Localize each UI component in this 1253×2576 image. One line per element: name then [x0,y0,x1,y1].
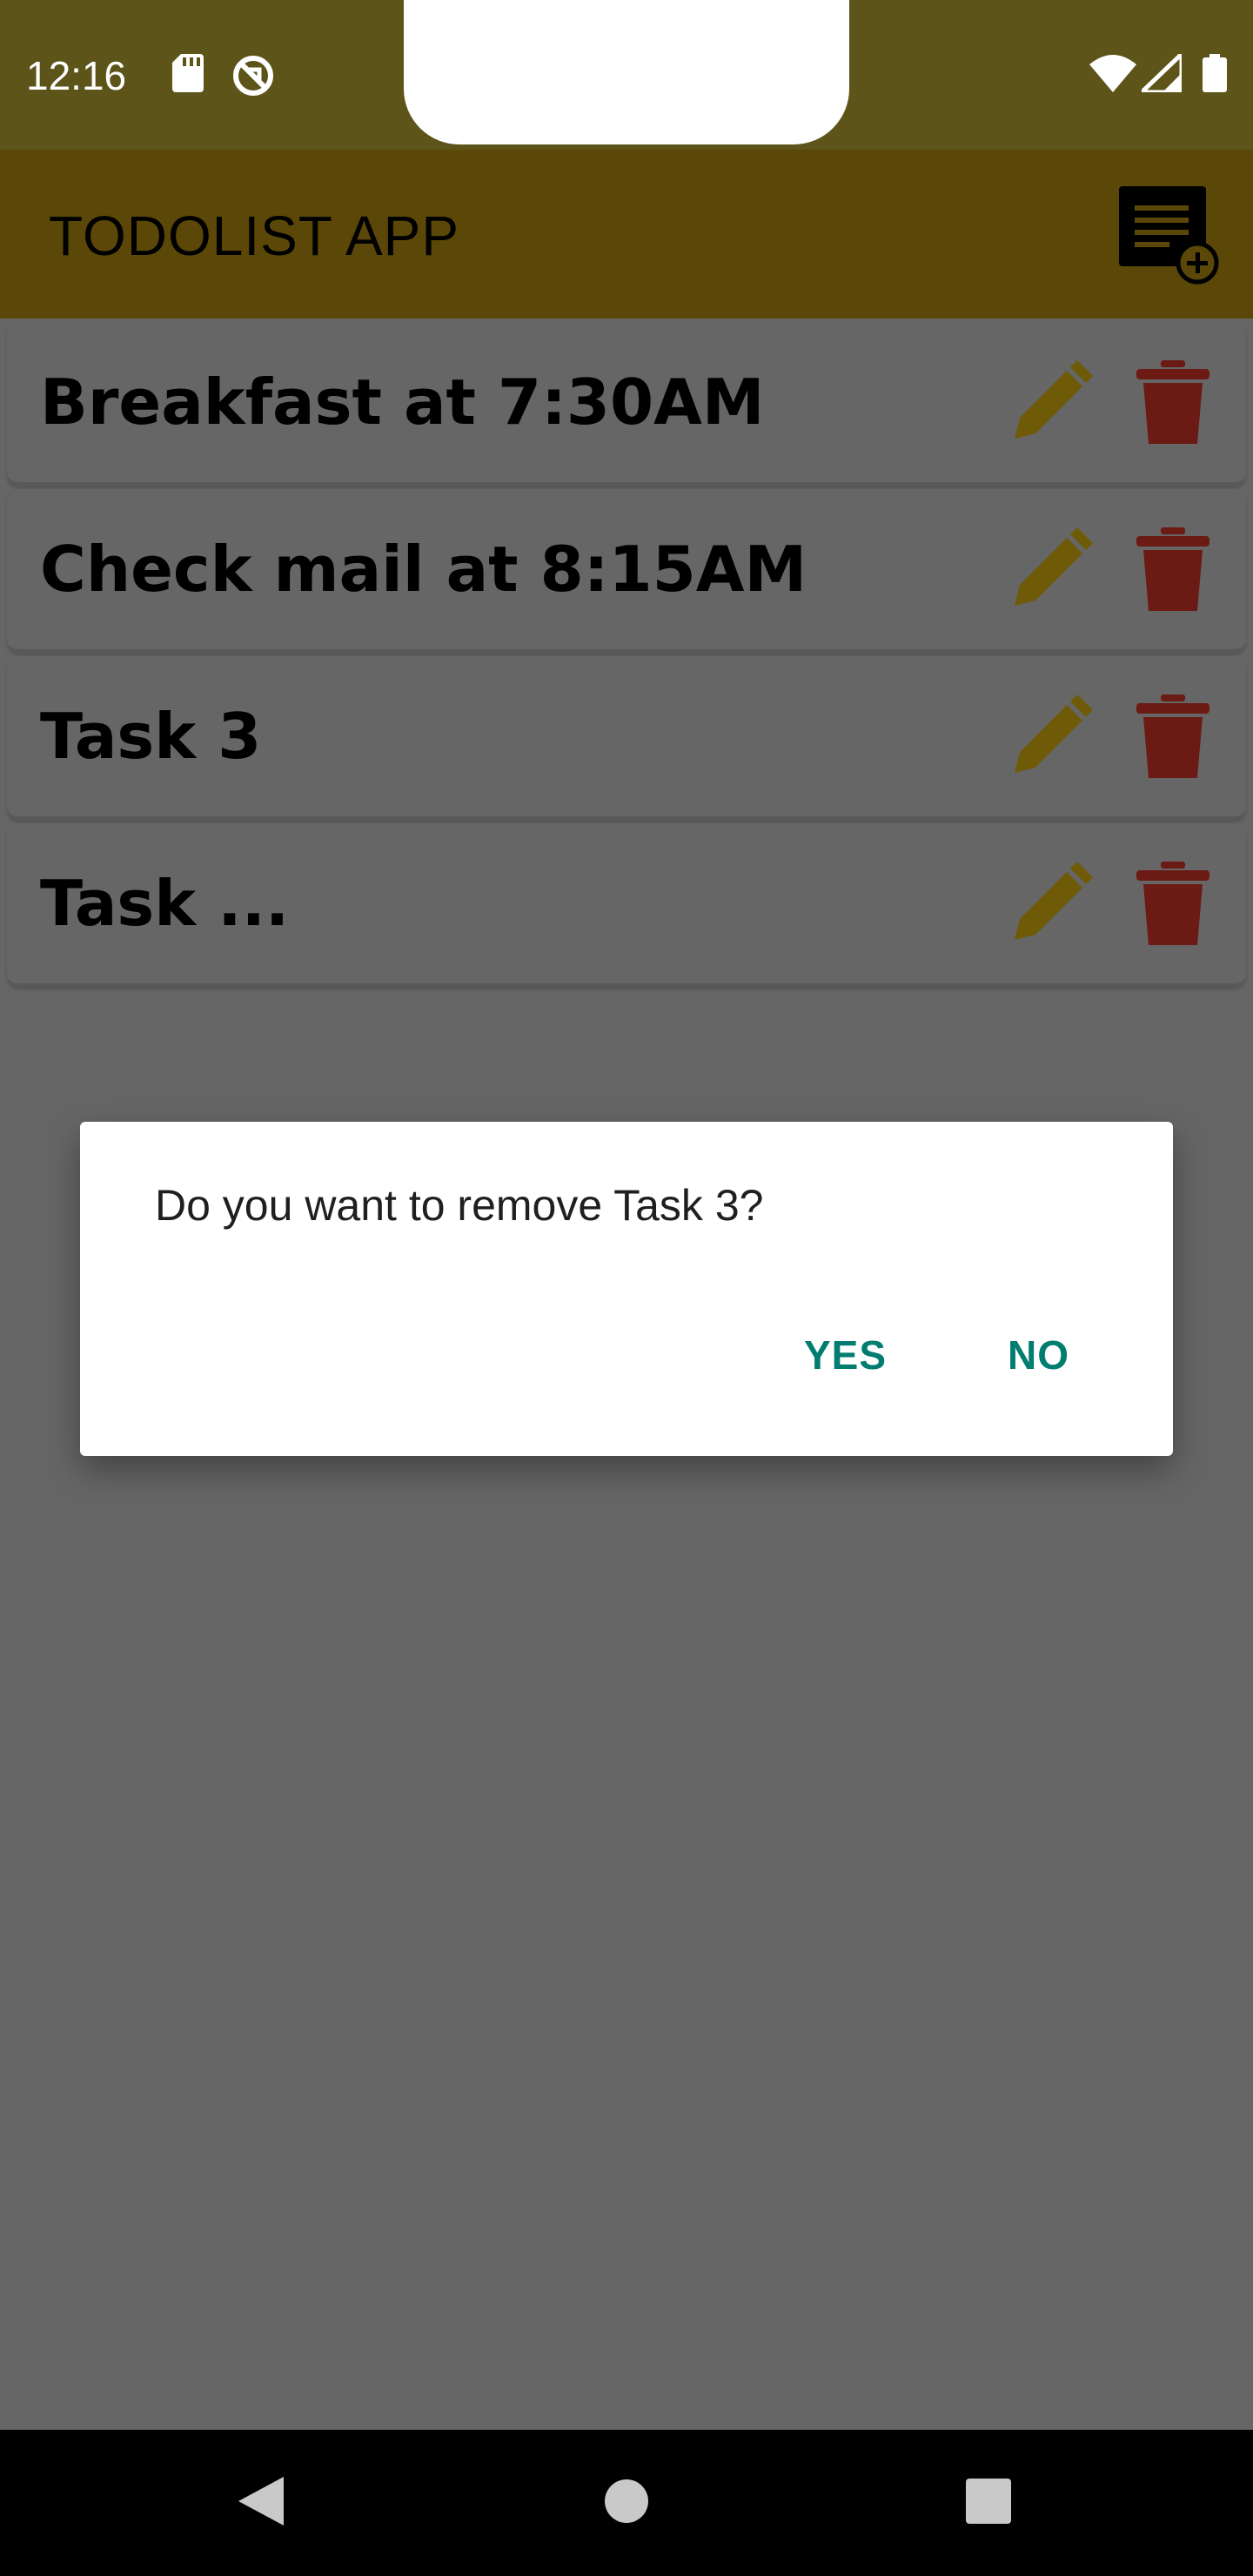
back-icon [238,2477,284,2526]
sync-off-icon [231,54,275,102]
trash-icon [1136,862,1209,945]
delete-task-button[interactable] [1136,527,1209,611]
pencil-icon [1015,527,1093,606]
pencil-icon [1015,862,1093,940]
cell-signal-icon [1136,49,1184,97]
wifi-icon [1089,54,1136,97]
add-list-icon [1119,186,1219,285]
trash-icon [1136,694,1209,778]
delete-task-button[interactable] [1136,360,1209,444]
task-row[interactable]: Task 3 [7,656,1246,820]
add-list-button[interactable] [1114,183,1222,291]
edit-task-button[interactable] [1009,527,1093,611]
edit-task-button[interactable] [1009,360,1093,444]
task-title: Breakfast at 7:30AM [40,366,765,439]
confirm-remove-dialog: Do you want to remove Task 3? YES NO [80,1122,1173,1456]
task-list: Breakfast at 7:30AM Check mail at 8:15AM… [0,319,1253,990]
recents-icon [966,2479,1011,2524]
display-notch [404,0,849,144]
task-row[interactable]: Task ... [7,823,1246,987]
edit-task-button[interactable] [1009,862,1093,945]
yes-button[interactable]: YES [804,1331,887,1379]
trash-icon [1136,527,1209,611]
edit-task-button[interactable] [1009,694,1093,778]
sd-card-icon [172,54,204,97]
pencil-icon [1015,694,1093,773]
back-button[interactable] [235,2473,287,2533]
task-row[interactable]: Check mail at 8:15AM [7,489,1246,653]
recents-button[interactable] [964,2473,1013,2533]
task-title: Task 3 [40,700,262,773]
home-button[interactable] [602,2473,651,2533]
task-row[interactable]: Breakfast at 7:30AM [7,322,1246,486]
status-time: 12:16 [26,53,127,98]
task-title: Task ... [40,867,290,940]
pencil-icon [1015,360,1093,439]
dialog-message: Do you want to remove Task 3? [155,1181,764,1230]
home-icon [605,2479,648,2523]
task-title: Check mail at 8:15AM [40,533,807,606]
no-button[interactable]: NO [1008,1331,1069,1379]
status-bar: 12:16 [0,0,1253,150]
navigation-bar [0,2430,1253,2576]
app-bar: TODOLIST APP [0,150,1253,319]
app-title: TODOLIST APP [49,205,460,267]
trash-icon [1136,360,1209,444]
delete-task-button[interactable] [1136,862,1209,945]
delete-task-button[interactable] [1136,694,1209,778]
battery-icon [1203,54,1227,97]
